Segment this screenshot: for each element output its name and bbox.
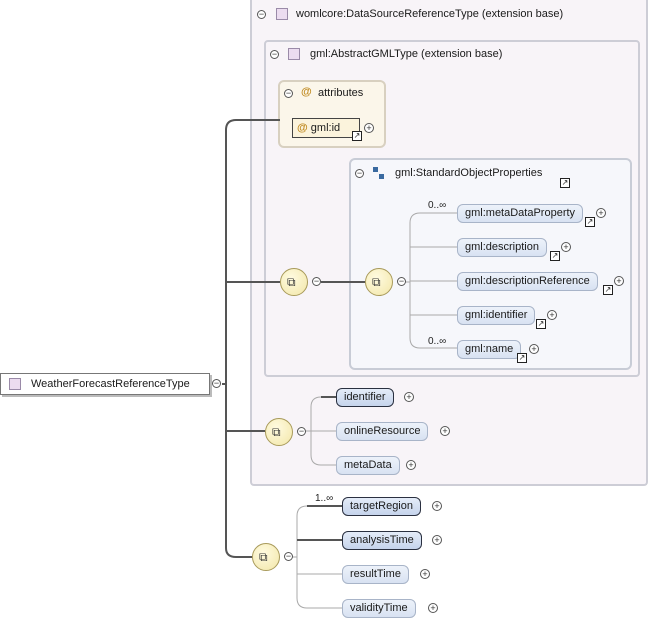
cardinality-label: 1..∞ [315,493,334,504]
element-label: identifier [344,391,386,403]
element-label: analysisTime [350,534,414,546]
cardinality-label: 0..∞ [428,200,447,211]
expand-icon[interactable]: + [406,460,416,470]
expand-icon[interactable]: + [614,276,624,286]
collapse-sequence-icon[interactable]: − [284,552,293,561]
element-onlineresource[interactable]: onlineResource [336,422,429,441]
expand-icon[interactable]: + [596,208,606,218]
element-gml-metadataproperty[interactable]: gml:metaDataProperty [457,204,584,223]
element-label: gml:metaDataProperty [465,207,576,219]
expand-icon[interactable]: + [428,603,438,613]
element-gml-description[interactable]: gml:description [457,238,547,257]
element-analysistime[interactable]: analysisTime [342,531,422,550]
expand-icon[interactable]: + [547,310,557,320]
element-label: targetRegion [350,500,413,512]
root-label: WeatherForecastReferenceType [31,378,190,390]
element-label: gml:name [465,343,514,355]
element-targetregion[interactable]: targetRegion [342,497,421,516]
complex-type-icon [9,378,21,390]
element-identifier[interactable]: identifier [336,388,394,407]
element-validitytime[interactable]: validityTime [342,599,416,618]
reference-arrow-icon[interactable]: ↗ [603,285,613,295]
sequence-compositor-icon[interactable]: ⧉ [252,543,280,571]
cardinality-label: 0..∞ [428,336,447,347]
element-label: onlineResource [344,425,421,437]
collapse-root-icon[interactable]: − [212,379,221,388]
expand-icon[interactable]: + [432,501,442,511]
collapse-sequence-icon[interactable]: − [297,427,306,436]
reference-arrow-icon[interactable]: ↗ [585,217,595,227]
element-label: metaData [344,459,392,471]
sequence-compositor-icon[interactable]: ⧉ [280,268,308,296]
sequence-compositor-icon[interactable]: ⧉ [265,418,293,446]
element-gml-descriptionreference[interactable]: gml:descriptionReference [457,272,598,291]
reference-arrow-icon[interactable]: ↗ [517,353,527,363]
element-label: gml:identifier [465,309,528,321]
expand-icon[interactable]: + [440,426,450,436]
expand-icon[interactable]: + [529,344,539,354]
sequence-compositor-icon[interactable]: ⧉ [365,268,393,296]
expand-icon[interactable]: + [432,535,442,545]
element-label: gml:description [465,241,539,253]
element-metadata[interactable]: metaData [336,456,400,475]
element-gml-identifier[interactable]: gml:identifier [457,306,536,325]
root-complex-type[interactable]: WeatherForecastReferenceType [0,373,210,395]
element-resulttime[interactable]: resultTime [342,565,409,584]
collapse-sequence-icon[interactable]: − [397,277,406,286]
reference-arrow-icon[interactable]: ↗ [550,251,560,261]
expand-icon[interactable]: + [561,242,571,252]
element-gml-name[interactable]: gml:name [457,340,522,359]
expand-icon[interactable]: + [420,569,430,579]
element-label: validityTime [350,602,408,614]
element-label: resultTime [350,568,401,580]
reference-arrow-icon[interactable]: ↗ [536,319,546,329]
expand-icon[interactable]: + [404,392,414,402]
collapse-sequence-icon[interactable]: − [312,277,321,286]
element-label: gml:descriptionReference [465,275,590,287]
